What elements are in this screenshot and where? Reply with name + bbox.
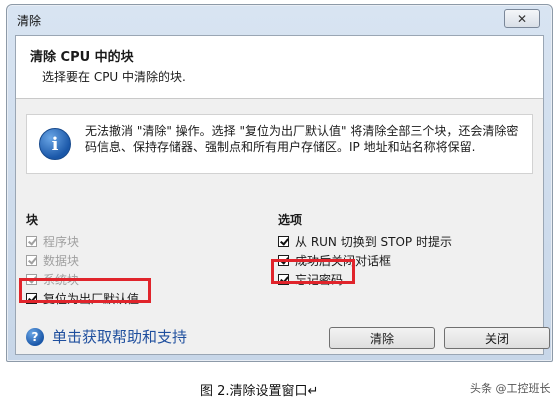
forgot-password-highlight	[271, 259, 355, 284]
title-bar[interactable]: 清除 ✕	[7, 5, 552, 33]
close-button[interactable]: 关闭	[444, 327, 550, 349]
checkbox-data-block: 数据块	[26, 252, 139, 269]
prompt-run-stop-label[interactable]: 从 RUN 切换到 STOP 时提示	[295, 233, 452, 250]
program-block-checkbox	[26, 236, 37, 247]
checkbox-program-block: 程序块	[26, 233, 139, 250]
program-block-label: 程序块	[43, 235, 80, 249]
checkbox-prompt-run-stop[interactable]: 从 RUN 切换到 STOP 时提示	[278, 233, 452, 250]
help-support-link[interactable]: ? 单击获取帮助和支持	[26, 326, 187, 347]
clear-dialog: 清除 ✕ 清除 CPU 中的块 选择要在 CPU 中清除的块. i 无法撤消 "…	[6, 4, 553, 362]
clear-button[interactable]: 清除	[329, 327, 435, 349]
info-text: 无法撤消 "清除" 操作。选择 "复位为出厂默认值" 将清除全部三个块，还会清除…	[85, 124, 519, 154]
window-title: 清除	[17, 14, 42, 28]
options-group-title: 选项	[278, 213, 303, 227]
info-panel: i 无法撤消 "清除" 操作。选择 "复位为出厂默认值" 将清除全部三个块，还会…	[26, 114, 533, 174]
dialog-body: 清除 CPU 中的块 选择要在 CPU 中清除的块. i 无法撤消 "清除" 操…	[15, 35, 550, 355]
help-icon: ?	[26, 327, 44, 346]
clear-button-label: 清除	[369, 331, 394, 346]
dialog-subheading: 选择要在 CPU 中清除的块.	[42, 70, 186, 84]
prompt-run-stop-checkbox[interactable]	[278, 236, 289, 247]
window-close-button[interactable]: ✕	[504, 9, 540, 28]
data-block-checkbox	[26, 255, 37, 266]
help-link-label[interactable]: 单击获取帮助和支持	[52, 326, 187, 347]
dialog-header: 清除 CPU 中的块 选择要在 CPU 中清除的块.	[16, 36, 543, 99]
data-block-label: 数据块	[43, 254, 80, 268]
factory-reset-highlight	[19, 278, 151, 303]
blocks-group-title: 块	[26, 213, 39, 227]
figure-caption: 图 2.清除设置窗口↵	[200, 384, 319, 399]
dialog-heading: 清除 CPU 中的块	[30, 50, 134, 65]
close-icon: ✕	[516, 11, 528, 26]
close-button-label: 关闭	[484, 331, 509, 346]
info-icon: i	[39, 128, 71, 160]
watermark: 头条 @工控班长	[470, 382, 551, 395]
